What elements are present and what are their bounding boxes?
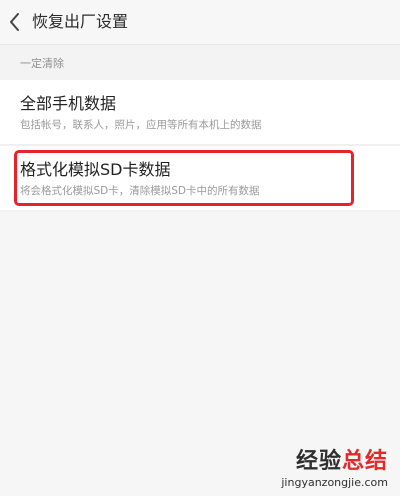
watermark-brand-part1: 经验 [295, 449, 342, 474]
watermark-brand: 经验总结 [281, 448, 388, 476]
watermark-brand-part2: 总结 [341, 449, 388, 474]
highlight-annotation-box [14, 150, 354, 206]
item-title: 全部手机数据 [20, 94, 117, 113]
watermark-url: jingyanzongjie.com [281, 476, 388, 489]
section-label: 一定清除 [20, 57, 64, 70]
watermark: 经验总结 jingyanzongjie.com [281, 448, 388, 490]
list-item-all-phone-data[interactable]: 全部手机数据 包括帐号，联系人，照片，应用等所有本机上的数据 [0, 80, 400, 146]
header-divider [0, 44, 400, 45]
header-bar: 恢复出厂设置 [0, 0, 400, 44]
back-arrow-icon[interactable] [6, 11, 24, 33]
item-subtitle: 包括帐号，联系人，照片，应用等所有本机上的数据 [20, 119, 262, 131]
page-title: 恢复出厂设置 [32, 12, 129, 31]
